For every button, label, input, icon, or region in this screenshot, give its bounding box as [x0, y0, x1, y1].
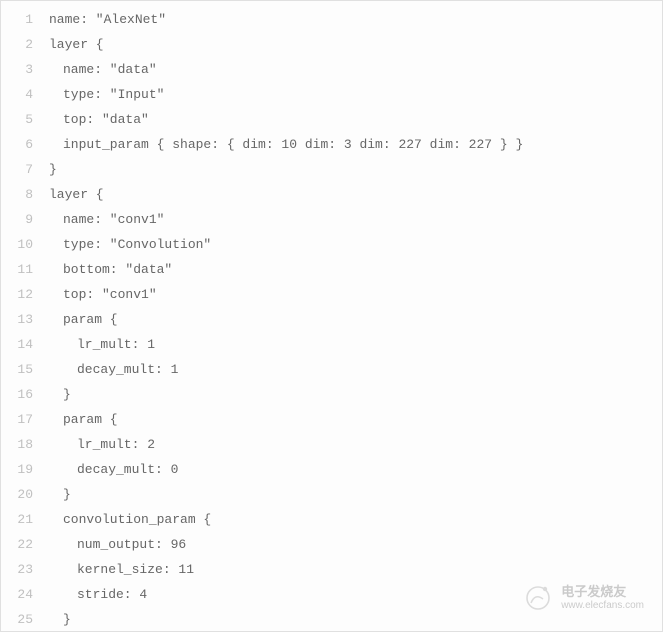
code-line: num_output: 96	[49, 532, 662, 557]
code-line: layer {	[49, 32, 662, 57]
line-number: 18	[1, 432, 33, 457]
line-number: 5	[1, 107, 33, 132]
code-line: top: "conv1"	[49, 282, 662, 307]
code-line: param {	[49, 407, 662, 432]
code-line: decay_mult: 1	[49, 357, 662, 382]
line-number: 7	[1, 157, 33, 182]
code-line: convolution_param {	[49, 507, 662, 532]
code-line: kernel_size: 11	[49, 557, 662, 582]
line-number: 6	[1, 132, 33, 157]
code-area: name: "AlexNet"layer {name: "data"type: …	[41, 1, 662, 631]
line-number: 22	[1, 532, 33, 557]
line-number: 4	[1, 82, 33, 107]
line-number: 24	[1, 582, 33, 607]
code-line: decay_mult: 0	[49, 457, 662, 482]
code-line: name: "conv1"	[49, 207, 662, 232]
line-number: 3	[1, 57, 33, 82]
line-number: 8	[1, 182, 33, 207]
code-line: }	[49, 482, 662, 507]
line-number: 14	[1, 332, 33, 357]
code-line: layer {	[49, 182, 662, 207]
line-number: 17	[1, 407, 33, 432]
code-line: type: "Input"	[49, 82, 662, 107]
line-number: 25	[1, 607, 33, 632]
code-line: param {	[49, 307, 662, 332]
line-number: 13	[1, 307, 33, 332]
line-number: 2	[1, 32, 33, 57]
code-line: input_param { shape: { dim: 10 dim: 3 di…	[49, 132, 662, 157]
line-number: 19	[1, 457, 33, 482]
line-number: 10	[1, 232, 33, 257]
code-line: name: "AlexNet"	[49, 7, 662, 32]
line-number: 11	[1, 257, 33, 282]
code-line: name: "data"	[49, 57, 662, 82]
line-number: 23	[1, 557, 33, 582]
line-number: 15	[1, 357, 33, 382]
line-number: 1	[1, 7, 33, 32]
code-line: }	[49, 382, 662, 407]
line-number: 9	[1, 207, 33, 232]
code-line: bottom: "data"	[49, 257, 662, 282]
code-line: lr_mult: 1	[49, 332, 662, 357]
line-number: 21	[1, 507, 33, 532]
line-number: 16	[1, 382, 33, 407]
code-line: stride: 4	[49, 582, 662, 607]
code-line: type: "Convolution"	[49, 232, 662, 257]
line-number: 12	[1, 282, 33, 307]
code-line: }	[49, 607, 662, 632]
line-number-gutter: 1234567891011121314151617181920212223242…	[1, 1, 41, 631]
line-number: 20	[1, 482, 33, 507]
code-line: lr_mult: 2	[49, 432, 662, 457]
code-line: }	[49, 157, 662, 182]
code-container: 1234567891011121314151617181920212223242…	[1, 1, 662, 631]
code-line: top: "data"	[49, 107, 662, 132]
